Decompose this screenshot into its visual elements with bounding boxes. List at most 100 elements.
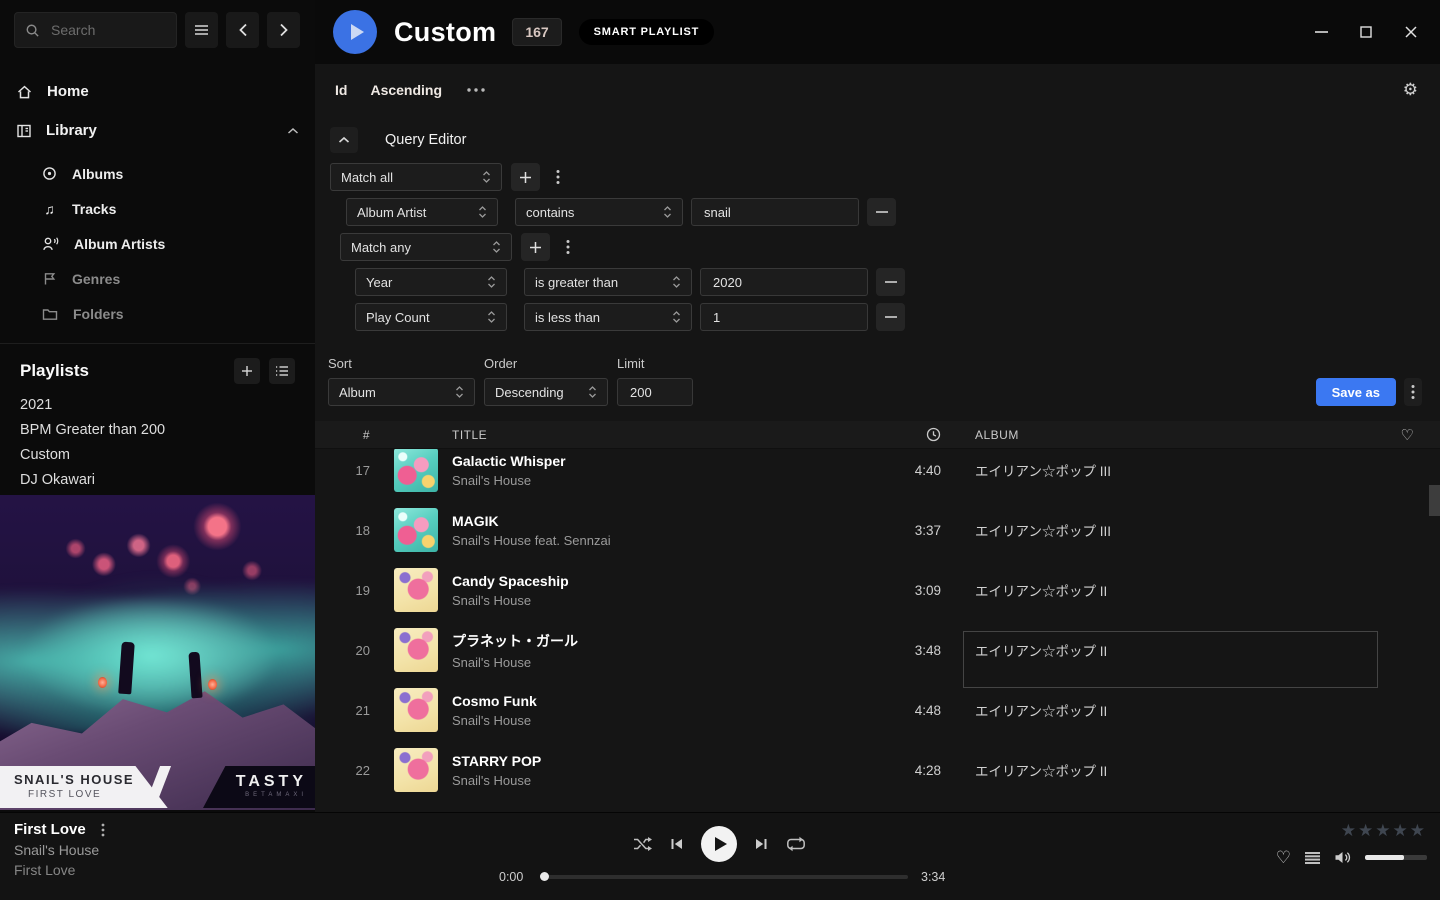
sidebar-item-genres[interactable]: Genres (42, 261, 315, 296)
playlist-item-custom[interactable]: Custom (0, 442, 315, 467)
maximize-button[interactable] (1359, 25, 1373, 39)
collapse-query-editor-button[interactable] (330, 127, 358, 153)
search-box[interactable] (14, 12, 177, 48)
track-album[interactable]: エイリアン☆ポップ II (975, 640, 1375, 660)
chevron-up-icon[interactable] (287, 127, 299, 135)
rule-3-operator-select[interactable]: is less than (524, 303, 692, 331)
rule-2-operator-select[interactable]: is greater than (524, 268, 692, 296)
add-rule-button-2[interactable] (521, 233, 550, 261)
search-input[interactable] (49, 21, 166, 39)
track-row-17[interactable]: 17 Galactic Whisper Snail's House 4:40 エ… (315, 449, 1440, 500)
sort-field-button[interactable]: Id (335, 82, 347, 98)
save-menu-button[interactable] (1404, 378, 1422, 406)
group-menu-button-1[interactable] (549, 163, 567, 191)
header-title[interactable]: TITLE (452, 428, 871, 442)
remove-rule-3-button[interactable] (876, 303, 905, 331)
manage-playlists-button[interactable] (269, 358, 295, 384)
shuffle-button[interactable] (633, 836, 652, 852)
track-artist[interactable]: Snail's House feat. Sennzai (452, 533, 871, 548)
volume-slider[interactable] (1365, 855, 1427, 860)
track-title[interactable]: MAGIK (452, 513, 871, 529)
queue-button[interactable] (1304, 851, 1321, 865)
add-rule-button-1[interactable] (511, 163, 540, 191)
match-mode-select-1[interactable]: Match all (330, 163, 502, 191)
playlist-item-dj-okawari[interactable]: DJ Okawari (0, 467, 315, 492)
remove-rule-2-button[interactable] (876, 268, 905, 296)
playlist-item-2021[interactable]: 2021 (0, 392, 315, 417)
track-album[interactable]: エイリアン☆ポップ III (975, 520, 1375, 540)
gear-icon[interactable]: ⚙ (1403, 81, 1418, 98)
rule-2-field-select[interactable]: Year (355, 268, 507, 296)
track-artist[interactable]: Snail's House (452, 655, 871, 670)
star-icon[interactable]: ★ (1393, 822, 1408, 839)
sort-select[interactable]: Album (328, 378, 475, 406)
seek-slider[interactable] (540, 875, 908, 879)
back-button[interactable] (226, 12, 259, 48)
track-album[interactable]: エイリアン☆ポップ III (975, 460, 1375, 480)
track-title[interactable]: STARRY POP (452, 753, 871, 769)
star-icon[interactable]: ★ (1358, 822, 1373, 839)
header-duration[interactable] (871, 427, 941, 442)
more-options-button[interactable] (466, 88, 486, 92)
header-favorite[interactable]: ♡ (1375, 426, 1440, 444)
rule-1-value-input[interactable] (702, 204, 848, 221)
limit-input[interactable] (628, 384, 682, 401)
sidebar-item-album-artists[interactable]: Album Artists (42, 226, 315, 261)
sidebar-item-home[interactable]: Home (0, 72, 315, 111)
repeat-button[interactable] (786, 836, 806, 852)
scrollbar-thumb[interactable] (1429, 485, 1440, 516)
track-title[interactable]: Candy Spaceship (452, 573, 871, 589)
track-title[interactable]: プラネット・ガール (452, 631, 871, 651)
rule-2-value-input[interactable] (711, 274, 857, 291)
track-title[interactable]: Galactic Whisper (452, 453, 871, 469)
rule-3-value-input[interactable] (711, 309, 857, 326)
playlist-item-bpm[interactable]: BPM Greater than 200 (0, 417, 315, 442)
play-pause-button[interactable] (701, 826, 737, 862)
rule-1-operator-select[interactable]: contains (515, 198, 683, 226)
star-icon[interactable]: ★ (1410, 822, 1425, 839)
track-row-18[interactable]: 18 MAGIK Snail's House feat. Sennzai 3:3… (315, 500, 1440, 560)
now-playing-album[interactable]: First Love (14, 862, 105, 878)
track-row-22[interactable]: 22 STARRY POP Snail's House 4:28 エイリアン☆ポ… (315, 740, 1440, 800)
sidebar-item-library[interactable]: Library (0, 111, 315, 150)
header-album[interactable]: ALBUM (975, 428, 1375, 442)
track-artist[interactable]: Snail's House (452, 713, 871, 728)
track-artist[interactable]: Snail's House (452, 773, 871, 788)
order-select[interactable]: Descending (484, 378, 608, 406)
forward-button[interactable] (267, 12, 300, 48)
rule-3-field-select[interactable]: Play Count (355, 303, 507, 331)
track-row-19[interactable]: 19 Candy Spaceship Snail's House 3:09 エイ… (315, 560, 1440, 620)
save-as-button[interactable]: Save as (1316, 378, 1396, 406)
track-album[interactable]: エイリアン☆ポップ II (975, 760, 1375, 780)
track-artist[interactable]: Snail's House (452, 593, 871, 608)
star-icon[interactable]: ★ (1375, 822, 1390, 839)
track-album[interactable]: エイリアン☆ポップ II (975, 700, 1375, 720)
seek-slider-thumb[interactable] (540, 872, 549, 881)
volume-icon[interactable] (1334, 850, 1352, 865)
sort-direction-button[interactable]: Ascending (370, 82, 442, 98)
rule-1-field-select[interactable]: Album Artist (346, 198, 498, 226)
star-icon[interactable]: ★ (1341, 822, 1356, 839)
minimize-button[interactable] (1314, 25, 1328, 39)
track-album[interactable]: エイリアン☆ポップ II (975, 580, 1375, 600)
sidebar-item-albums[interactable]: Albums (42, 156, 315, 191)
now-playing-title[interactable]: First Love (14, 821, 86, 838)
sidebar-item-tracks[interactable]: ♫ Tracks (42, 191, 315, 226)
header-index[interactable]: # (315, 428, 370, 442)
group-menu-button-2[interactable] (559, 233, 577, 261)
menu-button[interactable] (185, 12, 218, 48)
now-playing-artist[interactable]: Snail's House (14, 842, 105, 858)
track-row-21[interactable]: 21 Cosmo Funk Snail's House 4:48 エイリアン☆ポ… (315, 680, 1440, 740)
favorite-button[interactable]: ♡ (1276, 849, 1291, 866)
track-row-20[interactable]: 20 プラネット・ガール Snail's House 3:48 エイリアン☆ポッ… (315, 620, 1440, 680)
track-title[interactable]: Cosmo Funk (452, 693, 871, 709)
track-artist[interactable]: Snail's House (452, 473, 871, 488)
add-playlist-button[interactable] (234, 358, 260, 384)
remove-rule-1-button[interactable] (867, 198, 896, 226)
match-mode-select-2[interactable]: Match any (340, 233, 512, 261)
sidebar-item-folders[interactable]: Folders (42, 296, 315, 331)
now-playing-menu-button[interactable] (101, 823, 105, 837)
next-button[interactable] (754, 837, 769, 851)
track-table-header[interactable]: # TITLE ALBUM ♡ (315, 421, 1440, 449)
previous-button[interactable] (669, 837, 684, 851)
